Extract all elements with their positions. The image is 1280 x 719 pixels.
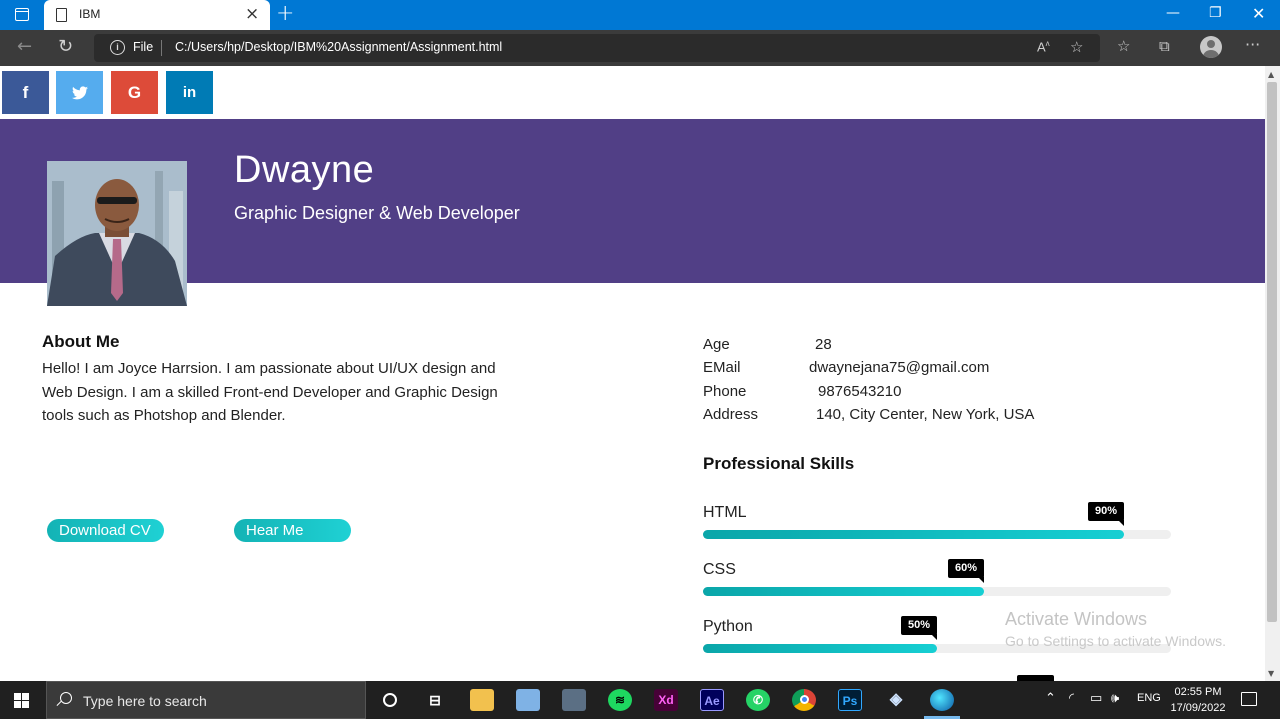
chrome-icon[interactable] [792,689,816,711]
start-button[interactable] [14,693,30,709]
skills-heading: Professional Skills [703,454,855,473]
linkedin-icon: in [182,84,197,101]
address-toolbar: ← ↻ i File C:/Users/hp/Desktop/IBM%20Ass… [0,30,1280,66]
skill-bar-html: 90% [703,502,1171,539]
edge-icon[interactable] [924,689,960,719]
windows-taskbar: Type here to search ⊟ ≋ Xd Ae ✆ Ps ◈ ⌃ ◜… [0,681,1280,719]
photoshop-icon[interactable]: Ps [838,689,862,711]
scrollbar-thumb[interactable] [1267,82,1277,622]
twitter-button[interactable]: t [56,71,103,114]
minimize-icon[interactable]: — [1166,5,1180,21]
search-icon [60,692,72,704]
close-window-icon[interactable]: ✕ [1252,4,1265,23]
clock-date: 17/09/2022 [1170,702,1226,714]
linkedin-button[interactable]: in [166,71,213,114]
scroll-down-icon[interactable]: ▼ [1268,669,1274,678]
google-button[interactable]: G [111,71,158,114]
search-placeholder: Type here to search [83,693,207,709]
whatsapp-icon[interactable]: ✆ [746,689,770,711]
profile-name: Dwayne [234,149,375,191]
phone-label: Phone [703,383,747,400]
skill-fill-css [703,587,984,596]
scroll-up-icon[interactable]: ▲ [1268,70,1274,79]
cortana-icon[interactable] [378,689,402,711]
snipping-tool-icon[interactable]: ◈ [884,689,908,711]
activate-windows-subtitle: Go to Settings to activate Windows. [1005,633,1226,649]
taskbar-search-box[interactable]: Type here to search [46,681,366,719]
hear-me-button[interactable]: Hear Me [234,519,351,542]
add-favorite-icon[interactable]: ☆ [1070,38,1083,56]
settings-more-icon[interactable]: ··· [1245,35,1260,54]
notifications-icon[interactable] [1241,692,1257,706]
favorites-icon[interactable]: ☆ [1117,37,1130,55]
windows-logo-icon [14,693,21,700]
address-value: 140, City Center, New York, USA [816,406,1035,423]
tab-title: IBM [79,7,101,21]
skill-fill-python [703,644,937,653]
battery-icon[interactable]: ▭ [1090,691,1102,706]
browser-tab[interactable]: IBM × [44,0,270,30]
twitter-icon [71,86,88,100]
protocol-label: File [133,40,154,54]
age-label: Age [703,336,730,353]
google-icon: G [127,83,142,102]
skill-percent-html: 90% [1088,502,1125,526]
skill-bar-css: 60% [703,559,1171,596]
skill-fill-html [703,530,1124,539]
download-cv-button[interactable]: Download CV [47,519,164,542]
skill-name-css: CSS [703,561,736,578]
adobe-xd-icon[interactable]: Xd [654,689,678,711]
photos-icon[interactable] [516,689,540,711]
volume-icon[interactable]: 🕪 [1111,691,1119,706]
profile-avatar[interactable] [1200,36,1222,58]
skill-name-html: HTML [703,504,747,521]
show-hidden-icons-icon[interactable]: ⌃ [1045,691,1056,706]
spotify-icon[interactable]: ≋ [608,689,632,711]
back-icon[interactable]: ← [17,36,32,57]
email-label: EMail [703,359,741,376]
skill-percent-css: 60% [948,559,985,583]
network-icon[interactable]: ◜ [1069,691,1074,706]
email-value: dwaynejana75@gmail.com [809,359,990,376]
profile-role: Graphic Designer & Web Developer [234,203,520,223]
facebook-button[interactable]: f [2,71,49,114]
age-value: 28 [815,336,832,353]
page-viewport: f t G in Dwayne Graphic Designer & Web D… [0,66,1265,681]
site-info-icon[interactable]: i [110,40,125,55]
about-text: Hello! I am Joyce Harrsion. I am passion… [42,360,498,424]
browser-title-bar: IBM × + — ❐ ✕ [0,0,1280,30]
clock-time: 02:55 PM [1174,686,1222,698]
camera-icon[interactable] [562,689,586,711]
about-heading: About Me [42,332,120,351]
skill-name-python: Python [703,618,753,635]
collections-icon[interactable]: ⧉ [1159,37,1170,55]
file-explorer-icon[interactable] [470,689,494,711]
after-effects-icon[interactable]: Ae [700,689,724,711]
hero-banner [0,119,1265,283]
restore-icon[interactable]: ❐ [1209,5,1222,21]
read-aloud-icon[interactable]: Aʌ [1037,39,1050,54]
activate-windows-title: Activate Windows [1005,609,1148,629]
profile-photo [47,161,187,306]
divider [161,40,162,56]
url-text[interactable]: C:/Users/hp/Desktop/IBM%20Assignment/Ass… [175,40,502,54]
new-tab-icon[interactable]: + [276,1,294,26]
profile-photo-illustration [47,161,187,306]
facebook-icon: f [22,83,29,102]
page-icon [56,8,67,22]
clock[interactable]: 02:55 PM 17/09/2022 [1168,684,1228,716]
refresh-icon[interactable]: ↻ [58,36,73,57]
close-tab-icon[interactable]: × [245,4,259,24]
phone-value: 9876543210 [818,383,902,400]
address-field[interactable]: i File C:/Users/hp/Desktop/IBM%20Assignm… [94,34,1100,62]
tab-actions-icon[interactable] [15,8,29,21]
task-view-icon[interactable]: ⊟ [423,689,447,711]
address-label: Address [703,406,759,423]
language-indicator[interactable]: ENG [1137,692,1161,704]
vertical-scrollbar[interactable]: ▲ ▼ [1265,66,1280,681]
skill-percent-python: 50% [901,616,938,640]
